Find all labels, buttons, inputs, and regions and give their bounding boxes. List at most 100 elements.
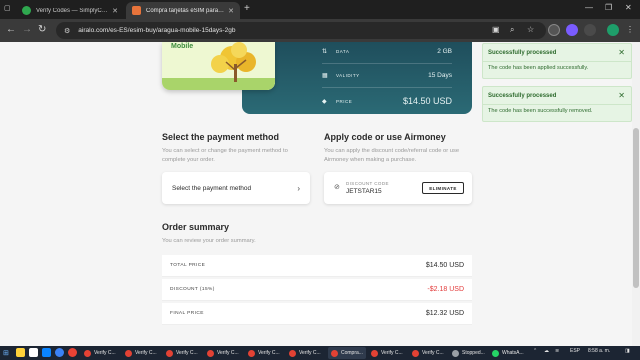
data-icon: ⇅ (322, 48, 328, 55)
taskbar-item[interactable]: Verify C... (84, 347, 116, 359)
url-input[interactable]: ⚙ airalo.com/es-ES/esim-buy/aragua-mobil… (56, 22, 546, 39)
taskbar-item-label: Verify C... (176, 350, 198, 356)
taskbar-item[interactable]: Verify C... (412, 347, 444, 359)
minimize-icon[interactable]: — (585, 3, 593, 12)
esim-card-image: Mobile (162, 42, 275, 90)
bookmark-star-icon[interactable]: ☆ (527, 25, 534, 34)
summary-row-final: FINAL PRICE $12.32 USD (162, 303, 472, 325)
clock[interactable]: 8:58 a. m. (588, 348, 610, 354)
menu-kebab-icon[interactable]: ⋮ (626, 25, 634, 34)
toast-removed: Successfully processed ✕ The code has be… (482, 86, 632, 122)
select-payment-label: Select the payment method (172, 184, 252, 192)
extension-icon[interactable]: ▣ (492, 25, 500, 34)
forward-icon[interactable]: → (22, 24, 32, 35)
scrollbar-thumb[interactable] (633, 128, 639, 288)
calendar-icon: ▦ (322, 72, 328, 79)
detail-label: VALIDITY (336, 72, 360, 78)
tab-airalo[interactable]: Compra tarjetas eSIM para viaj... ✕ (126, 2, 240, 19)
profile-avatar[interactable] (607, 24, 619, 36)
summary-value: -$2.18 USD (427, 286, 464, 293)
summary-label: DISCOUNT (15%) (170, 287, 215, 292)
chrome-icon (207, 349, 214, 357)
toast-applied: Successfully processed ✕ The code has be… (482, 43, 632, 79)
close-icon[interactable]: ✕ (618, 91, 625, 100)
close-tab-icon[interactable]: ✕ (112, 7, 118, 15)
tab-verify-codes[interactable]: Verify Codes — SimplyCodes ✕ (16, 2, 124, 19)
chevron-right-icon: › (297, 183, 300, 193)
whatsapp-icon (492, 349, 499, 357)
close-window-icon[interactable]: ✕ (625, 3, 632, 12)
order-summary-description: You can review your order summary. (162, 238, 256, 244)
taskbar-item[interactable]: WhatsA... (492, 347, 524, 359)
app-icon (452, 349, 459, 357)
site-info-icon[interactable]: ⚙ (64, 27, 70, 35)
esim-detail-card: ⇅ DATA 2 GB ▦ VALIDITY 15 Days ◆ PRICE $… (242, 42, 472, 114)
toast-title: Successfully processed (488, 50, 557, 56)
extensions-puzzle-icon[interactable] (584, 24, 596, 36)
chrome-icon (248, 349, 255, 357)
divider (322, 63, 452, 64)
language-indicator[interactable]: ESP (570, 348, 580, 354)
taskbar-item[interactable]: Verify C... (289, 347, 321, 359)
taskbar-item-label: Stopped... (462, 350, 485, 356)
toast-title: Successfully processed (488, 93, 557, 99)
eliminate-button[interactable]: ELIMINATE (422, 182, 464, 194)
select-payment-button[interactable]: Select the payment method › (162, 172, 310, 204)
close-icon[interactable]: ✕ (618, 48, 625, 57)
toast-message: The code has been successfully removed. (488, 108, 593, 114)
new-tab-icon[interactable]: + (244, 3, 250, 14)
zoom-icon[interactable]: ⌕ (510, 25, 514, 35)
payment-description: You can select or change the payment met… (162, 148, 288, 163)
tab-title: Compra tarjetas eSIM para viaj... (146, 7, 224, 14)
summary-value: $14.50 USD (425, 262, 464, 269)
discount-code-label: DISCOUNT CODE (346, 181, 389, 186)
cloud-icon[interactable]: ☁ (544, 348, 549, 354)
summary-value: $12.32 USD (425, 310, 464, 317)
url-text: airalo.com/es-ES/esim-buy/aragua-mobile-… (78, 27, 236, 34)
chrome-icon (371, 349, 378, 357)
summary-label: TOTAL PRICE (170, 263, 206, 268)
tab-search-icon[interactable]: ▢ (4, 4, 11, 12)
app-icon[interactable] (42, 348, 51, 357)
airalo-favicon-icon (132, 6, 141, 15)
back-icon[interactable]: ← (6, 24, 16, 35)
taskbar-item-label: Verify C... (422, 350, 444, 356)
taskbar-item[interactable]: Verify C... (207, 347, 239, 359)
tray-chevron-icon[interactable]: ⌃ (533, 348, 537, 354)
taskbar-item-label: Verify C... (94, 350, 116, 356)
taskbar-item-label: Verify C... (217, 350, 239, 356)
taskbar-item-label: Compra... (341, 350, 363, 356)
summary-row-total: TOTAL PRICE $14.50 USD (162, 255, 472, 277)
notepad-icon[interactable] (29, 348, 38, 357)
chrome-icon[interactable] (55, 348, 64, 357)
divider (322, 87, 452, 88)
restore-icon[interactable]: ❐ (605, 3, 612, 12)
address-bar: ← → ↻ ⚙ airalo.com/es-ES/esim-buy/aragua… (0, 19, 640, 42)
file-explorer-icon[interactable] (16, 348, 25, 357)
order-summary-title: Order summary (162, 222, 230, 232)
close-tab-icon[interactable]: ✕ (228, 7, 234, 15)
wifi-icon[interactable]: ≋ (555, 348, 559, 354)
taskbar-item[interactable]: Verify C... (125, 347, 157, 359)
extension-h-icon[interactable] (548, 24, 560, 36)
extension-purple-icon[interactable] (566, 24, 578, 36)
notifications-icon[interactable]: ◨ (625, 348, 630, 354)
payment-title: Select the payment method (162, 132, 280, 142)
detail-label: DATA (336, 48, 350, 54)
windows-start-icon[interactable]: ⊞ (3, 349, 9, 357)
taskbar-item[interactable]: Verify C... (371, 347, 403, 359)
taskbar-item[interactable]: Stopped... (452, 347, 485, 359)
taskbar-item[interactable]: Verify C... (248, 347, 280, 359)
discount-code-box: ⊘ DISCOUNT CODE JETSTAR15 ELIMINATE (324, 172, 472, 204)
app-red-icon[interactable] (68, 348, 77, 357)
divider (483, 61, 631, 62)
taskbar-item[interactable]: Verify C... (166, 347, 198, 359)
detail-row-data: ⇅ DATA 2 GB (322, 45, 452, 57)
chrome-icon (412, 349, 419, 357)
chrome-icon (125, 349, 132, 357)
detail-value: $14.50 USD (402, 96, 452, 106)
taskbar-item-active[interactable]: Compra... (328, 347, 366, 359)
reload-icon[interactable]: ↻ (38, 24, 46, 35)
taskbar-item-label: Verify C... (258, 350, 280, 356)
detail-label: PRICE (336, 98, 353, 104)
